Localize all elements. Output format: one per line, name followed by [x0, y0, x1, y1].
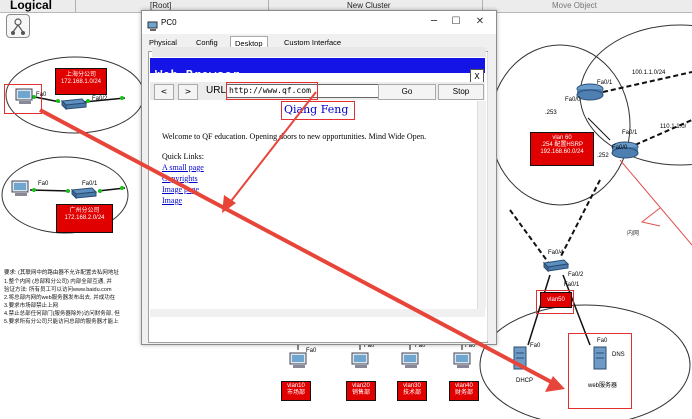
dns-label: DNS — [612, 352, 625, 358]
requirement-line: 2.将总部内网的web服务器发布出去, 并成功在 — [4, 295, 116, 301]
browser-title: Web Browser — [155, 68, 240, 82]
link-image-page[interactable]: Image page — [162, 185, 199, 194]
window-scrollbar[interactable] — [487, 52, 496, 341]
quick-links-title: Quick Links: — [162, 152, 204, 161]
selection-highlight — [4, 84, 42, 114]
close-button[interactable]: ✕ — [470, 15, 490, 29]
port-label: Fa0/1 — [564, 282, 580, 288]
router-bottom-icon[interactable] — [610, 140, 640, 164]
forward-button[interactable]: > — [178, 84, 198, 100]
vlan60-label: vlan 60 .254 配置HSRP 192.168.60.0/24 — [540, 135, 584, 155]
port-label: Fa0/1 — [622, 130, 638, 136]
pc-guangzhou-icon[interactable] — [10, 180, 32, 202]
requirement-line: 4.禁止总部任何部门(服务器除外)访问财务部, 但 — [4, 311, 120, 317]
heading-highlight — [281, 101, 355, 120]
browser-hscrollbar[interactable] — [150, 309, 485, 317]
port-label: Fa0/1 — [82, 181, 98, 187]
link-copyrights[interactable]: Copyrights — [162, 174, 198, 183]
pc-icon — [147, 17, 159, 36]
maximize-button[interactable]: ☐ — [446, 15, 466, 29]
port-label: Fa0/0 — [612, 145, 628, 151]
port-label: Fa0 — [306, 348, 317, 354]
pc-vlan30-icon[interactable] — [400, 352, 422, 374]
web-server-label: web服务器 — [588, 383, 618, 389]
link-small-page[interactable]: A small page — [162, 163, 204, 172]
pc-vlan20-icon[interactable] — [350, 352, 372, 374]
go-button[interactable]: Go — [378, 84, 436, 100]
guangzhou-branch-box: 广州分公司 172.168.2.0/24 — [56, 204, 113, 233]
vlan10-box: vlan10 市场部 — [281, 381, 311, 401]
dhcp-label: DHCP — [516, 378, 534, 384]
dhcp-server-icon[interactable] — [512, 345, 528, 375]
network-label: 100.1.1.0/24 — [632, 70, 666, 76]
ip-label: .253 — [545, 110, 557, 116]
port-label: Fa0/4 — [548, 250, 564, 256]
port-label: Fa0/1 — [597, 80, 613, 86]
switch-shanghai-icon[interactable] — [60, 96, 88, 115]
pc-vlan10-icon[interactable] — [288, 352, 310, 374]
requirement-line: 要求: (其联网中的路由器不允许配置去私网地址 — [4, 270, 119, 276]
pc-vlan40-icon[interactable] — [452, 352, 474, 374]
core-switch-icon[interactable] — [542, 258, 570, 278]
vlan40-box: vlan40 财务部 — [449, 381, 479, 401]
vlan20-label: vlan20 销售部 — [351, 383, 370, 396]
welcome-text: Welcome to QF education. Opening doors t… — [162, 132, 427, 141]
vlan30-box: vlan30 技术部 — [397, 381, 427, 401]
window-title: PC0 — [161, 18, 177, 27]
vlan30-label: vlan30 技术部 — [402, 383, 421, 396]
ip-label: .252 — [597, 153, 609, 159]
url-highlight — [226, 82, 318, 100]
switch-guangzhou-icon[interactable] — [70, 185, 98, 204]
web-server-icon[interactable] — [592, 345, 608, 375]
vlan10-label: vlan10 市场部 — [286, 383, 305, 396]
browser-scrollbar[interactable] — [477, 101, 486, 309]
guangzhou-branch-label: 广州分公司 172.168.2.0/24 — [64, 208, 105, 221]
port-label: Fa0/2 — [568, 272, 584, 278]
requirement-line: 1.整个内网 (总部和分公司) 内部全部互通, 并 — [4, 279, 112, 285]
port-label: Fa0 — [530, 343, 541, 349]
port-label: Fa0/2 — [92, 96, 108, 102]
port-label: Fa0/0 — [565, 97, 581, 103]
selection-highlight — [536, 290, 574, 314]
link-image[interactable]: Image — [162, 196, 182, 205]
network-label: 110.1.1.0/ — [660, 124, 687, 130]
back-button[interactable]: < — [154, 84, 174, 100]
url-label: URL — [206, 85, 227, 96]
port-label: Fa0 — [36, 92, 47, 98]
intranet-label: 内网 — [627, 231, 640, 237]
shanghai-branch-box: 上海分公司 172.168.1.0/24 — [55, 68, 107, 95]
vlan20-box: vlan20 销售部 — [346, 381, 376, 401]
vlan60-box: vlan 60 .254 配置HSRP 192.168.60.0/24 — [530, 132, 594, 166]
requirement-line: 3.要求市场部禁止上网 — [4, 303, 59, 309]
port-label: Fa0 — [597, 338, 608, 344]
desktop-apps-strip — [152, 47, 486, 57]
stop-button[interactable]: Stop — [438, 84, 484, 100]
requirement-line: 5.要求所有分公司只能访问总部的服务器才能上 — [4, 319, 119, 325]
vlan40-label: vlan40 财务部 — [454, 383, 473, 396]
requirement-line: 验证方法: 所有员工可以访问www.baidu.com — [4, 287, 112, 293]
port-label: Fa0 — [38, 181, 49, 187]
shanghai-branch-label: 上海分公司 172.168.1.0/24 — [60, 72, 102, 85]
minimize-button[interactable]: ─ — [424, 15, 444, 29]
